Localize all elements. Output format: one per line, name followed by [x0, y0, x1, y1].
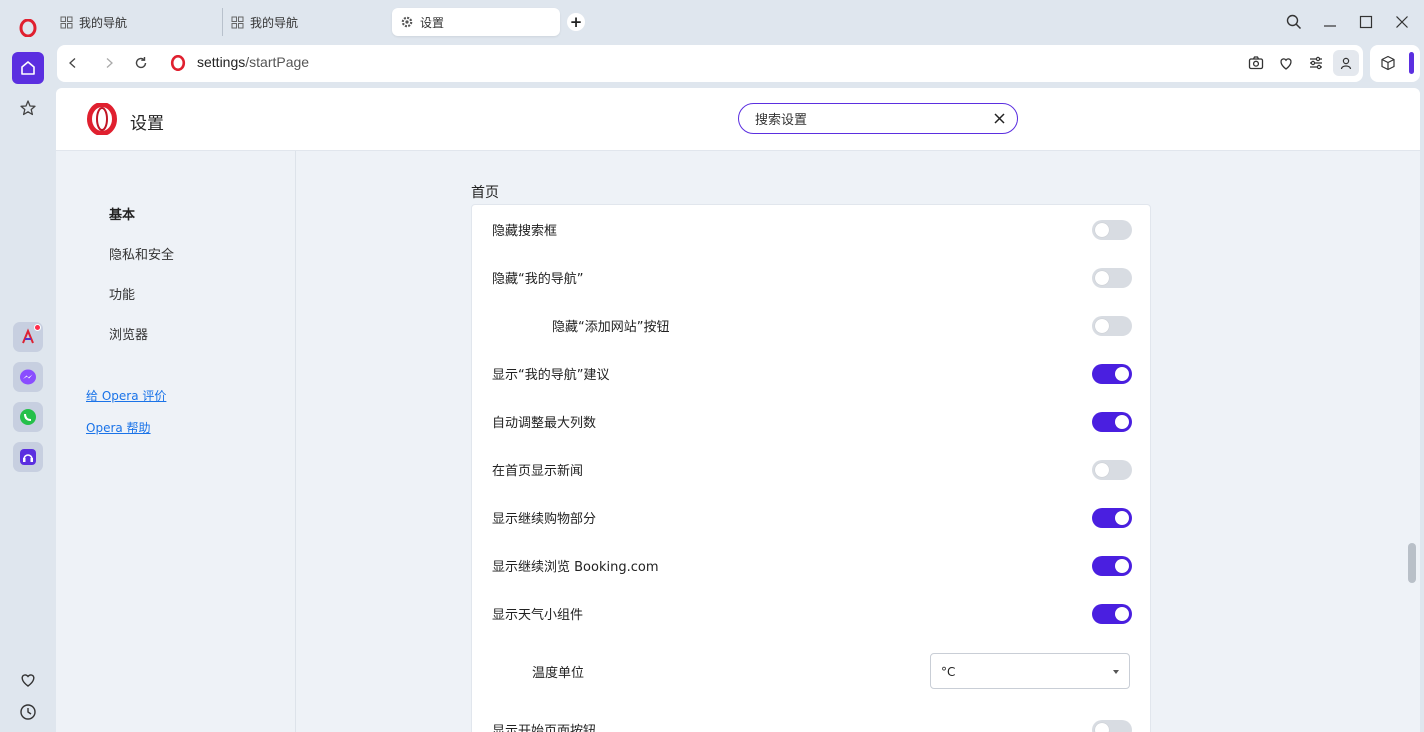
bookmark-heart-icon[interactable] [1276, 53, 1296, 73]
settings-page: 设置 基本 隐私和安全 功能 浏览器 给 Opera 评价 Opera 帮助 首… [56, 88, 1420, 732]
start-page-button-toggle[interactable] [1092, 720, 1132, 732]
setting-row: 隐藏“添加网站”按钮 [472, 301, 1152, 349]
url-path: /startPage [245, 54, 310, 70]
tab-my-navigation-1[interactable]: 我的导航 [52, 8, 220, 36]
continue-shopping-toggle[interactable] [1092, 508, 1132, 528]
setting-label: 显示开始页面按钮 [492, 724, 597, 732]
settings-header: 设置 [56, 88, 1420, 151]
maximize-icon[interactable] [1356, 12, 1376, 32]
search-input[interactable] [755, 109, 975, 127]
setting-label: 显示继续购物部分 [492, 512, 597, 527]
bookmarks-star-icon[interactable] [12, 92, 44, 124]
tab-settings[interactable]: 设置 [392, 8, 560, 36]
camera-snapshot-icon[interactable] [1246, 53, 1266, 73]
dropdown-arrow-icon [1113, 670, 1119, 674]
opera-sidebar [0, 0, 52, 732]
back-chevron-icon[interactable] [63, 53, 83, 73]
setting-row: 隐藏搜索框 [472, 205, 1152, 253]
profile-icon[interactable] [1333, 50, 1359, 76]
settings-search[interactable] [738, 103, 1018, 134]
setting-label: 自动调整最大列数 [492, 416, 597, 431]
section-title: 首页 [471, 185, 499, 201]
nav-item-basic[interactable]: 基本 [109, 204, 135, 223]
setting-label: 显示继续浏览 Booking.com [492, 560, 659, 575]
aria-ai-icon[interactable] [13, 322, 43, 352]
continue-booking-toggle[interactable] [1092, 556, 1132, 576]
setting-row: 自动调整最大列数 [472, 397, 1152, 445]
setting-row: 显示“我的导航”建议 [472, 349, 1152, 397]
tab-title: 设置 [420, 15, 445, 30]
search-tabs-icon[interactable] [1284, 12, 1304, 32]
opera-help-link[interactable]: Opera 帮助 [86, 419, 151, 436]
setting-label: 隐藏“我的导航” [492, 272, 584, 287]
messenger-icon[interactable] [13, 362, 43, 392]
tab-strip: 我的导航 我的导航 设置 + [52, 0, 1424, 44]
nav-item-browser[interactable]: 浏览器 [109, 324, 148, 343]
hide-speed-dial-toggle[interactable] [1092, 268, 1132, 288]
whatsapp-icon[interactable] [13, 402, 43, 432]
select-value: °C [941, 665, 956, 679]
hide-add-site-toggle[interactable] [1092, 316, 1132, 336]
show-suggestions-toggle[interactable] [1092, 364, 1132, 384]
gear-icon [401, 16, 413, 28]
settings-nav: 基本 隐私和安全 功能 浏览器 给 Opera 评价 Opera 帮助 [56, 151, 296, 732]
home-icon[interactable] [12, 52, 44, 84]
heart-icon[interactable] [12, 664, 44, 696]
opera-site-icon [168, 53, 188, 73]
hide-search-toggle[interactable] [1092, 220, 1132, 240]
scrollbar-thumb[interactable] [1408, 543, 1416, 583]
grid-icon [231, 16, 244, 28]
grid-icon [60, 16, 73, 28]
new-tab-plus-icon[interactable]: + [567, 13, 585, 31]
music-player-icon[interactable] [13, 442, 43, 472]
setting-label: 显示“我的导航”建议 [492, 368, 610, 383]
setting-label: 显示天气小组件 [492, 608, 584, 623]
close-window-icon[interactable] [1392, 12, 1412, 32]
notification-badge [34, 324, 41, 331]
opera-logo-icon [86, 102, 118, 136]
rate-opera-link[interactable]: 给 Opera 评价 [86, 387, 166, 404]
weather-widget-toggle[interactable] [1092, 604, 1132, 624]
url-host: settings [197, 54, 246, 70]
page-title: 设置 [130, 114, 164, 134]
nav-item-privacy[interactable]: 隐私和安全 [109, 244, 174, 263]
setting-row: 在首页显示新闻 [472, 445, 1152, 493]
opera-logo-icon[interactable] [12, 12, 44, 44]
temperature-unit-select[interactable]: °C [930, 653, 1130, 689]
clear-search-icon[interactable] [991, 110, 1007, 126]
auto-columns-toggle[interactable] [1092, 412, 1132, 432]
sidebar-toggle-indicator[interactable] [1409, 52, 1414, 74]
setting-label: 隐藏搜索框 [492, 224, 558, 239]
tab-title: 我的导航 [250, 15, 299, 30]
reload-icon[interactable] [131, 53, 151, 73]
minimize-icon[interactable] [1320, 12, 1340, 32]
history-clock-icon[interactable] [12, 696, 44, 728]
nav-item-features[interactable]: 功能 [109, 284, 135, 303]
temperature-unit-label: 温度单位 [532, 666, 585, 681]
easy-setup-icon[interactable] [1306, 53, 1326, 73]
tab-my-navigation-2[interactable]: 我的导航 [222, 8, 390, 36]
setting-row: 显示继续浏览 Booking.com [472, 541, 1152, 589]
setting-row: 显示继续购物部分 [472, 493, 1152, 541]
setting-row: 显示天气小组件 [472, 589, 1152, 637]
address-bar: settings/startPage [57, 45, 1363, 82]
tab-title: 我的导航 [79, 15, 128, 30]
setting-label: 在首页显示新闻 [492, 464, 584, 479]
extensions-cube-icon[interactable] [1378, 53, 1398, 73]
forward-chevron-icon[interactable] [99, 53, 119, 73]
setting-row: 显示开始页面按钮 [472, 705, 1152, 732]
url-field[interactable]: settings/startPage [197, 54, 309, 70]
setting-label: 隐藏“添加网站”按钮 [552, 320, 670, 335]
setting-row: 隐藏“我的导航” [472, 253, 1152, 301]
show-news-toggle[interactable] [1092, 460, 1132, 480]
start-page-settings-card: 隐藏搜索框 隐藏“我的导航” 隐藏“添加网站”按钮 显示“我的导航”建议 自动调… [471, 204, 1151, 732]
